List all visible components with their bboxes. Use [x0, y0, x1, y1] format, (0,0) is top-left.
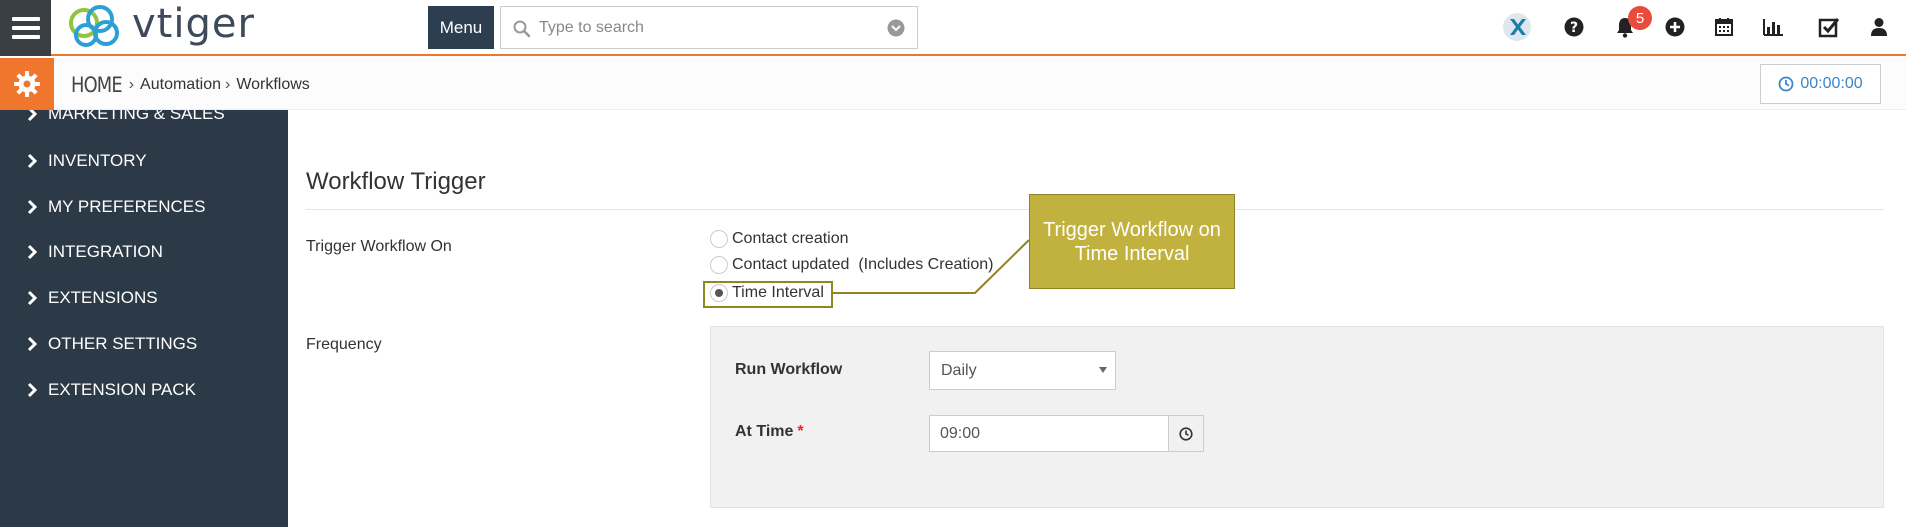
radio-button[interactable] — [710, 230, 728, 248]
chevron-right-icon — [27, 153, 38, 169]
plus-circle-icon[interactable] — [1658, 10, 1692, 44]
frequency-label: Frequency — [306, 336, 382, 353]
gear-icon[interactable] — [0, 58, 54, 110]
caret-down-icon — [1099, 367, 1107, 373]
search-icon — [513, 20, 531, 38]
checkbox-icon[interactable] — [1812, 10, 1846, 44]
time-interval-highlight — [703, 281, 833, 308]
chevron-right-icon — [27, 336, 38, 352]
breadcrumb-automation[interactable]: Automation — [140, 76, 221, 94]
annotation-callout: Trigger Workflow on Time Interval — [1029, 194, 1235, 289]
breadcrumb-home[interactable]: HOME — [71, 73, 123, 97]
radio-label: Contact updated (Includes Creation) — [732, 256, 994, 273]
bar-chart-icon[interactable] — [1756, 10, 1790, 44]
svg-text:?: ? — [1570, 20, 1578, 36]
time-picker-button[interactable] — [1168, 415, 1204, 452]
chevron-right-icon — [27, 199, 38, 215]
timer-value: 00:00:00 — [1800, 75, 1863, 92]
at-time-input[interactable] — [929, 415, 1169, 452]
notification-badge: 5 — [1628, 6, 1652, 30]
run-workflow-label: Run Workflow — [735, 361, 843, 378]
sidebar-item-my-preferences[interactable]: MY PREFERENCES — [0, 187, 288, 227]
sidebar-item-marketing-sales[interactable]: MARKETING & SALES — [0, 110, 288, 134]
run-workflow-select[interactable]: Daily — [929, 351, 1116, 390]
help-icon[interactable]: ? — [1557, 10, 1591, 44]
radio-button[interactable] — [710, 256, 728, 274]
x-app-icon[interactable] — [1500, 10, 1534, 44]
vtiger-logo-icon — [69, 5, 119, 47]
sidebar-item-extension-pack[interactable]: EXTENSION PACK — [0, 370, 288, 410]
chevron-down-circle-icon[interactable] — [887, 19, 905, 37]
required-marker: * — [797, 423, 804, 440]
timer-button[interactable]: 00:00:00 — [1760, 64, 1881, 104]
user-icon[interactable] — [1862, 10, 1896, 44]
sidebar-item-extensions[interactable]: EXTENSIONS — [0, 278, 288, 318]
radio-label: Contact creation — [732, 230, 849, 247]
logo[interactable]: vtiger — [64, 1, 255, 52]
chevron-right-icon — [27, 382, 38, 398]
menu-button[interactable]: Menu — [428, 6, 494, 49]
sidebar-item-inventory[interactable]: INVENTORY — [0, 141, 288, 181]
breadcrumb-separator: › — [224, 76, 231, 93]
global-search[interactable] — [500, 6, 918, 49]
radio-contact-creation[interactable]: Contact creation — [710, 230, 849, 248]
section-title: Workflow Trigger — [306, 168, 486, 195]
search-input[interactable] — [539, 16, 869, 40]
breadcrumb: HOME › Automation › Workflows — [71, 70, 310, 100]
trigger-workflow-label: Trigger Workflow On — [306, 238, 452, 255]
breadcrumb-workflows[interactable]: Workflows — [236, 76, 310, 94]
settings-sidebar: MARKETING & SALES INVENTORY MY PREFERENC… — [0, 110, 288, 527]
clock-icon — [1179, 426, 1193, 441]
sidebar-item-integration[interactable]: INTEGRATION — [0, 232, 288, 272]
hamburger-icon[interactable] — [0, 0, 51, 56]
clock-icon — [1778, 76, 1794, 92]
radio-contact-updated[interactable]: Contact updated (Includes Creation) — [710, 256, 993, 274]
settings-bar: HOME › Automation › Workflows 00:00:00 — [0, 58, 1906, 110]
chevron-right-icon — [27, 110, 38, 122]
run-workflow-value: Daily — [941, 362, 977, 379]
calendar-icon[interactable] — [1707, 10, 1741, 44]
frequency-panel — [710, 326, 1884, 508]
breadcrumb-separator: › — [128, 76, 135, 93]
chevron-right-icon — [27, 244, 38, 260]
chevron-right-icon — [27, 290, 38, 306]
sidebar-item-other-settings[interactable]: OTHER SETTINGS — [0, 324, 288, 364]
top-bar: vtiger Menu ? 5 — [0, 0, 1906, 56]
at-time-label: At Time * — [735, 423, 804, 440]
logo-text: vtiger — [132, 1, 255, 47]
